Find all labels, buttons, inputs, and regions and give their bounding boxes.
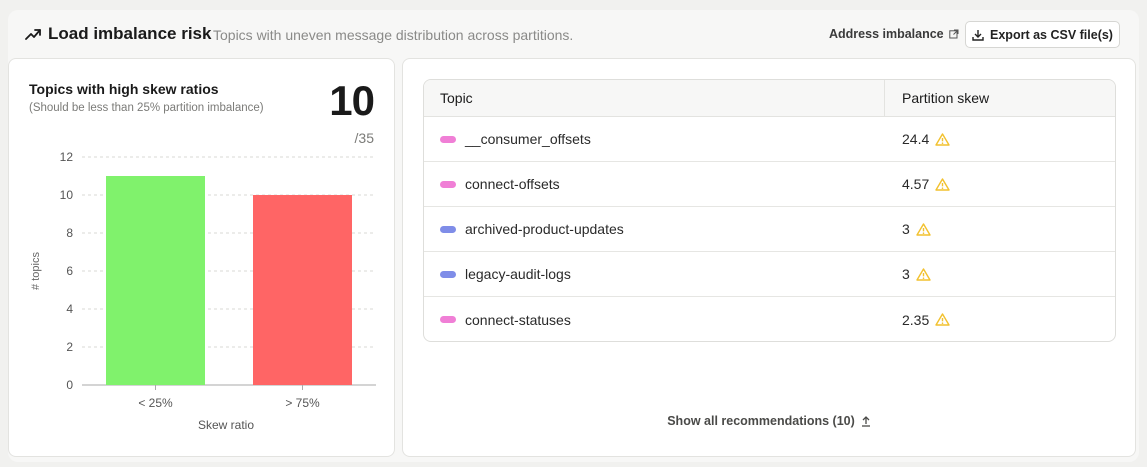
address-imbalance-link[interactable]: Address imbalance	[829, 27, 959, 41]
show-all-recommendations-button[interactable]: Show all recommendations (10)	[403, 414, 1135, 428]
table-row[interactable]: legacy-audit-logs 3	[424, 252, 1115, 297]
y-axis-label: # topics	[30, 252, 42, 290]
topic-name: connect-offsets	[465, 176, 560, 192]
skew-ratio-bar-chart: 0 2 4 6 8 10 12 < 25% > 75% Skew ratio # topics	[30, 150, 376, 432]
show-all-label: Show all recommendations (10)	[667, 414, 855, 428]
skew-cell: 3	[885, 266, 1115, 282]
skew-value: 2.35	[902, 311, 930, 328]
y-tick-label: 2	[66, 340, 73, 354]
skew-value: 3	[902, 221, 910, 237]
page-title: Load imbalance risk	[48, 24, 212, 43]
recommendations-card: Topic Partition skew __consumer_offsets 2…	[402, 58, 1136, 457]
address-imbalance-label: Address imbalance	[829, 27, 944, 41]
topic-cell: archived-product-updates	[424, 221, 885, 237]
skew-cell: 3	[885, 221, 1115, 237]
export-csv-label: Export as CSV file(s)	[990, 27, 1113, 42]
skew-value: 4.57	[902, 176, 930, 192]
bar	[106, 176, 205, 385]
panel-header: Load imbalance risk Topics with uneven m…	[8, 10, 1139, 56]
warning-icon	[916, 267, 931, 281]
table-header: Topic Partition skew	[424, 80, 1115, 117]
page-subtitle: Topics with uneven message distribution …	[213, 27, 574, 43]
table-row[interactable]: connect-statuses 2.35	[424, 297, 1115, 341]
warning-icon	[935, 132, 950, 146]
column-header-topic[interactable]: Topic	[424, 80, 885, 116]
topic-name: legacy-audit-logs	[465, 266, 571, 282]
skew-summary-card: Topics with high skew ratios (Should be …	[8, 58, 395, 457]
topic-cell: legacy-audit-logs	[424, 266, 885, 282]
y-tick-label: 4	[66, 302, 73, 316]
trending-up-icon	[25, 29, 41, 40]
warning-icon	[935, 313, 950, 326]
table-row[interactable]: __consumer_offsets 24.4	[424, 117, 1115, 162]
topic-cell: connect-offsets	[424, 176, 885, 192]
y-tick-label: 12	[60, 150, 74, 164]
topic-color-pill	[440, 225, 456, 233]
topic-color-pill	[440, 270, 456, 278]
table-body: __consumer_offsets 24.4 connect-offsets 4.5…	[424, 117, 1115, 341]
topic-color-pill	[440, 135, 456, 143]
table-row[interactable]: archived-product-updates 3	[424, 207, 1115, 252]
topic-name: connect-statuses	[465, 311, 571, 328]
y-tick-label: 8	[66, 226, 73, 240]
skew-cell: 2.35	[885, 312, 1115, 328]
topics-table: Topic Partition skew __consumer_offsets 2…	[423, 79, 1116, 342]
export-csv-button[interactable]: Export as CSV file(s)	[965, 21, 1120, 48]
warning-icon	[916, 222, 931, 236]
x-tick-label: > 75%	[285, 396, 320, 410]
upload-icon	[861, 415, 870, 427]
bar	[253, 195, 352, 385]
y-tick-label: 10	[60, 188, 74, 202]
skew-cell: 4.57	[885, 176, 1115, 192]
topic-cell: connect-statuses	[424, 312, 885, 328]
topic-name: __consumer_offsets	[465, 131, 591, 147]
topic-cell: __consumer_offsets	[424, 131, 885, 147]
column-header-skew[interactable]: Partition skew	[885, 80, 1115, 116]
x-axis-label: Skew ratio	[198, 418, 254, 432]
skew-cell: 24.4	[885, 131, 1115, 147]
x-tick-label: < 25%	[138, 396, 173, 410]
y-tick-label: 6	[66, 264, 73, 278]
topic-color-pill	[440, 180, 456, 188]
warning-icon	[935, 177, 950, 191]
external-link-icon	[948, 29, 959, 39]
skew-value: 3	[902, 266, 910, 282]
skew-value: 24.4	[902, 131, 930, 147]
download-icon	[972, 29, 984, 41]
topic-color-pill	[440, 316, 456, 323]
table-row[interactable]: connect-offsets 4.57	[424, 162, 1115, 207]
y-tick-label: 0	[66, 378, 73, 392]
topic-name: archived-product-updates	[465, 221, 624, 237]
